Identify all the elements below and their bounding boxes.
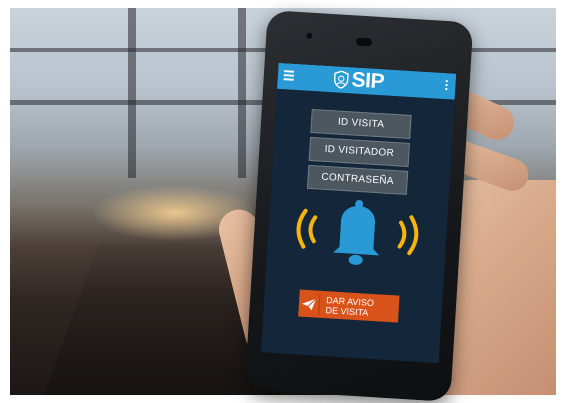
earpiece-speaker [355,37,373,47]
shield-logo-icon [333,70,349,89]
ringing-bell-icon [296,200,419,265]
contrasena-field[interactable]: CONTRASEÑA [306,164,409,195]
id-visita-field[interactable]: ID VISITA [310,108,412,139]
app-screen: SIP ID VISITA ID VISITADOR CONTRASEÑA DA… [260,62,457,364]
dar-aviso-button[interactable]: DAR AVISO DE VISITA [298,289,400,323]
id-visitador-field[interactable]: ID VISITADOR [308,136,410,167]
bell-body [333,200,380,265]
front-camera [306,32,313,39]
paper-plane-icon [298,290,320,318]
phone-device: SIP ID VISITA ID VISITADOR CONTRASEÑA DA… [244,10,474,402]
sound-waves-right [397,215,419,256]
app-title: SIP [350,68,385,94]
hamburger-menu-icon[interactable] [283,70,295,82]
dar-aviso-label: DAR AVISO DE VISITA [319,294,374,318]
app-header: SIP [277,62,457,100]
sound-waves-left [296,208,318,249]
app-logo: SIP [333,68,385,93]
more-vert-icon[interactable] [445,80,449,92]
